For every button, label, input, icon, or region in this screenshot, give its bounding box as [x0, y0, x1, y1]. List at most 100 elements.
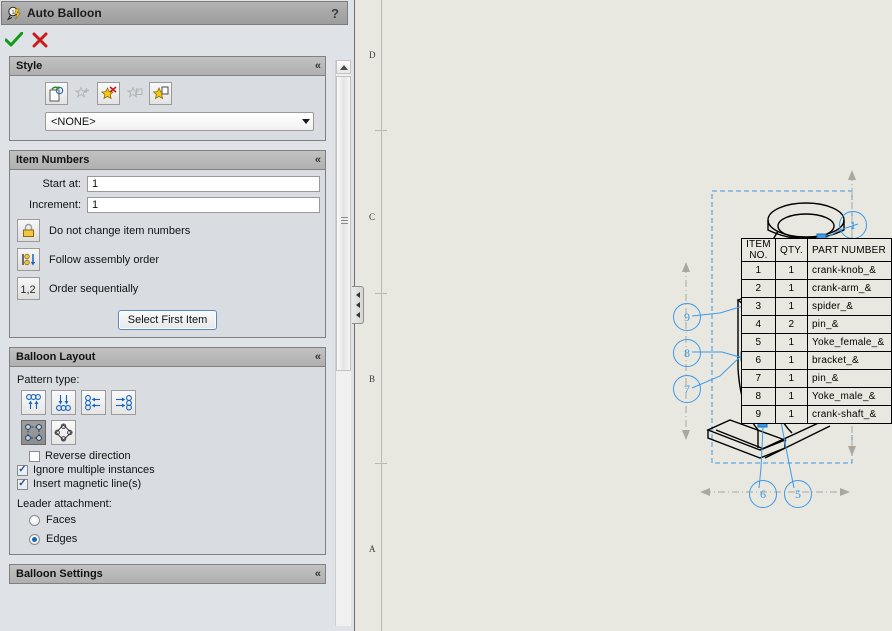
chevron-collapse-icon[interactable]: «	[315, 154, 321, 165]
style-combo-box[interactable]: <NONE>	[45, 112, 314, 131]
arrow-up-icon	[339, 65, 348, 70]
sequential-order-icon[interactable]: 1,2	[17, 277, 40, 300]
pattern-bottom-icon[interactable]	[51, 390, 76, 415]
chevron-collapse-icon[interactable]: «	[315, 568, 321, 579]
start-at-label: Start at:	[42, 178, 81, 190]
pattern-top-icon[interactable]	[21, 390, 46, 415]
collapse-panel-tab[interactable]	[352, 286, 364, 324]
leader-edges-row[interactable]: Edges	[29, 533, 320, 545]
bom-header-item-no: ITEM NO.	[741, 238, 776, 262]
bom-cell-item-no: 2	[741, 279, 776, 298]
pattern-circular-icon[interactable]	[51, 420, 76, 445]
table-row[interactable]: 2 1 crank-arm_&	[741, 279, 892, 298]
delete-favorite-icon[interactable]	[97, 82, 120, 105]
browse-style-icon[interactable]	[45, 82, 68, 105]
application-window: D C B A 1 5 6 7 8 9 ITEM NO. QTY. PART N…	[0, 0, 892, 631]
accept-button[interactable]	[1, 29, 27, 51]
increment-row: Increment:	[15, 197, 320, 213]
bom-cell-qty: 1	[774, 279, 809, 298]
style-button-row	[15, 82, 320, 105]
table-row[interactable]: 6 1 bracket_&	[741, 351, 892, 370]
table-row[interactable]: 1 1 crank-knob_&	[741, 261, 892, 280]
bom-cell-part-number: crank-arm_&	[807, 279, 892, 298]
start-at-input[interactable]	[87, 176, 320, 192]
follow-assembly-order-row[interactable]: Follow assembly order	[17, 248, 320, 271]
bom-header-row: ITEM NO. QTY. PART NUMBER	[741, 238, 892, 262]
bom-cell-item-no: 7	[741, 369, 776, 388]
scrollbar-up-button[interactable]	[336, 60, 351, 74]
bom-header-qty: QTY.	[774, 238, 809, 262]
group-item-numbers-header[interactable]: Item Numbers «	[10, 151, 325, 170]
chevron-collapse-icon[interactable]: «	[315, 351, 321, 362]
leader-edges-radio[interactable]	[29, 533, 40, 545]
ignore-multiple-instances-label: Ignore multiple instances	[33, 464, 155, 476]
reverse-direction-row[interactable]: Reverse direction	[29, 450, 320, 462]
group-balloon-layout-header[interactable]: Balloon Layout «	[10, 348, 325, 367]
scrollbar-thumb[interactable]	[336, 76, 351, 371]
group-balloon-settings-header[interactable]: Balloon Settings «	[10, 565, 325, 584]
pattern-square-icon[interactable]	[21, 420, 46, 445]
chevron-down-icon[interactable]	[302, 119, 310, 124]
group-balloon-settings: Balloon Settings «	[9, 564, 326, 584]
balloon-1[interactable]: 1	[839, 211, 867, 239]
table-row[interactable]: 7 1 pin_&	[741, 369, 892, 388]
panel-scrollbar[interactable]	[335, 60, 351, 626]
bom-cell-qty: 1	[774, 351, 809, 370]
panel-title-bar: 1 Auto Balloon ?	[1, 1, 348, 25]
table-row[interactable]: 4 2 pin_&	[741, 315, 892, 334]
ignore-multiple-instances-row[interactable]: ✓ Ignore multiple instances	[17, 464, 320, 476]
table-row[interactable]: 9 1 crank-shaft_&	[741, 405, 892, 424]
load-favorite-icon[interactable]	[149, 82, 172, 105]
balloon-9[interactable]: 9	[673, 303, 701, 331]
reverse-direction-label: Reverse direction	[45, 450, 131, 462]
bom-header-part-number: PART NUMBER	[807, 238, 892, 262]
pattern-right-icon[interactable]	[111, 390, 136, 415]
scrollbar-grip-icon	[341, 217, 348, 224]
svg-text:1,2: 1,2	[20, 284, 35, 296]
insert-magnetic-lines-checkbox[interactable]: ✓	[17, 478, 28, 490]
help-button[interactable]: ?	[331, 6, 339, 21]
bom-cell-item-no: 6	[741, 351, 776, 370]
select-first-item-button[interactable]: Select First Item	[117, 310, 218, 330]
leader-faces-row[interactable]: Faces	[29, 514, 320, 526]
group-balloon-layout-body: Pattern type: Reverse direction ✓ Ignore…	[10, 367, 325, 554]
order-sequentially-row[interactable]: 1,2 Order sequentially	[17, 277, 320, 300]
increment-input[interactable]	[87, 197, 320, 213]
zone-label-a: A	[369, 544, 376, 554]
chevron-collapse-icon[interactable]: «	[315, 60, 321, 71]
bom-cell-part-number: pin_&	[807, 315, 892, 334]
bom-cell-item-no: 9	[741, 405, 776, 424]
panel-action-bar	[1, 27, 348, 53]
balloon-8[interactable]: 8	[673, 339, 701, 367]
group-balloon-layout: Balloon Layout « Pattern type: Reverse d…	[9, 347, 326, 555]
bom-cell-part-number: bracket_&	[807, 351, 892, 370]
bom-cell-qty: 1	[774, 387, 809, 406]
reverse-direction-checkbox[interactable]	[29, 450, 40, 462]
ignore-multiple-instances-checkbox[interactable]: ✓	[17, 464, 28, 476]
bom-cell-part-number: Yoke_female_&	[807, 333, 892, 352]
bom-body: 1 1 crank-knob_& 2 1 crank-arm_& 3 1 spider_& 4 2 p…	[741, 261, 892, 424]
table-row[interactable]: 3 1 spider_&	[741, 297, 892, 316]
balloon-number: 6	[760, 486, 766, 501]
bom-cell-item-no: 4	[741, 315, 776, 334]
drawing-sheet[interactable]: D C B A 1 5 6 7 8 9 ITEM NO. QTY. PART N…	[355, 0, 892, 631]
leader-faces-radio[interactable]	[29, 514, 40, 526]
bom-cell-part-number: crank-knob_&	[807, 261, 892, 280]
pattern-left-icon[interactable]	[81, 390, 106, 415]
balloon-7[interactable]: 7	[673, 375, 701, 403]
balloon-5[interactable]: 5	[784, 480, 812, 508]
insert-magnetic-lines-row[interactable]: ✓ Insert magnetic line(s)	[17, 478, 320, 490]
zone-label-d: D	[369, 50, 376, 60]
table-row[interactable]: 5 1 Yoke_female_&	[741, 333, 892, 352]
group-item-numbers: Item Numbers « Start at: Increment:	[9, 150, 326, 338]
lock-icon[interactable]	[17, 219, 40, 242]
table-row[interactable]: 8 1 Yoke_male_&	[741, 387, 892, 406]
follow-assembly-order-label: Follow assembly order	[49, 253, 160, 266]
cancel-button[interactable]	[27, 29, 53, 51]
balloon-6[interactable]: 6	[749, 480, 777, 508]
pattern-row-shape	[21, 420, 320, 445]
do-not-change-item-numbers-row[interactable]: Do not change item numbers	[17, 219, 320, 242]
group-style-header[interactable]: Style «	[10, 57, 325, 76]
bill-of-materials-table[interactable]: ITEM NO. QTY. PART NUMBER 1 1 crank-knob_&…	[741, 238, 892, 424]
assembly-order-icon[interactable]	[17, 248, 40, 271]
